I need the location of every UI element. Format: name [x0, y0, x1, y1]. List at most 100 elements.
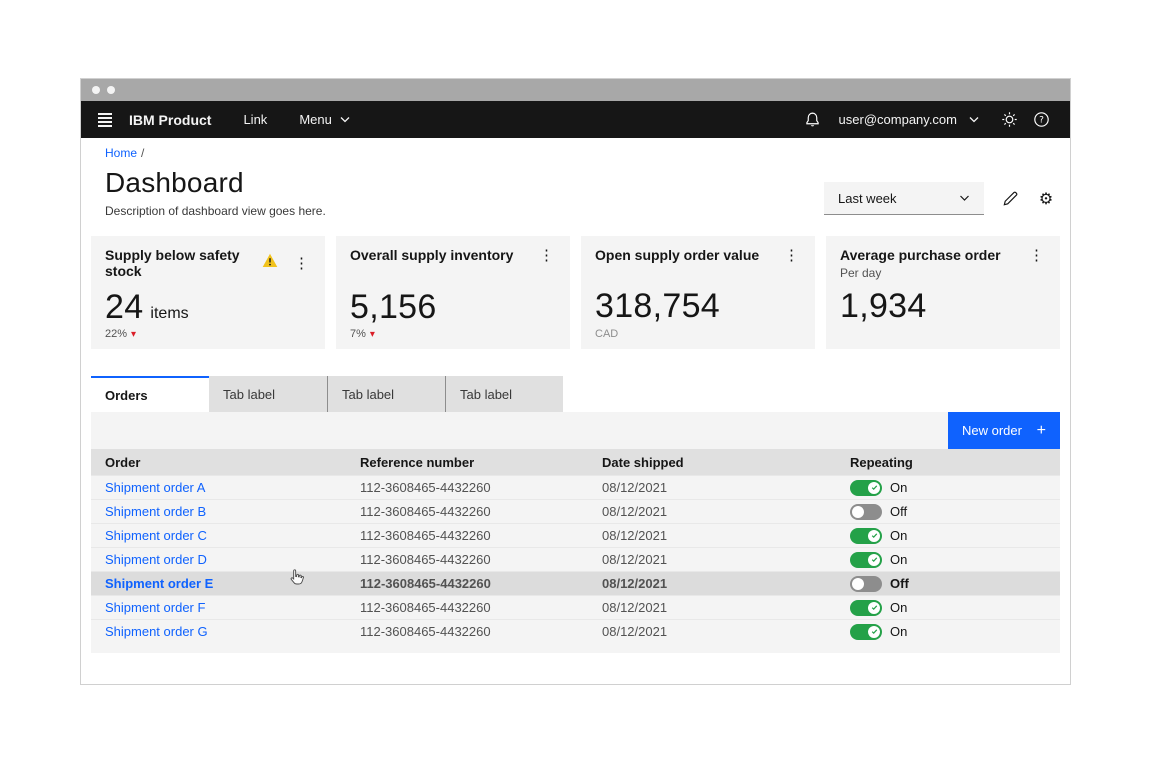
reference-number: 112-3608465-4432260	[360, 480, 491, 495]
product-name: IBM Product	[129, 111, 212, 128]
date-shipped: 08/12/2021	[602, 504, 668, 519]
reference-number: 112-3608465-4432260	[360, 552, 491, 567]
repeating-toggle[interactable]	[850, 623, 882, 640]
toggle-label: Off	[890, 504, 908, 519]
table-row: Shipment order E 112-3608465-4432260 08/…	[91, 571, 1060, 595]
reference-number: 112-3608465-4432260	[360, 624, 491, 639]
column-header-repeating[interactable]: Repeating	[836, 455, 1060, 470]
app-header: IBM Product Link Menu user@company.com ?	[81, 101, 1070, 138]
card-value: 5,156	[350, 288, 437, 326]
date-shipped: 08/12/2021	[602, 576, 668, 591]
breadcrumb: Home /	[105, 146, 1060, 160]
tab-bar: Orders Tab label Tab label Tab label	[91, 376, 1060, 412]
table-header-row: Order Reference number Date shipped Repe…	[91, 449, 1060, 475]
card-currency-label: CAD	[595, 328, 619, 340]
page-header: Home / Dashboard Description of dashboard…	[91, 146, 1060, 236]
chevron-down-icon	[960, 195, 969, 201]
order-link[interactable]: Shipment order D	[105, 552, 207, 567]
toggle-label: Off	[890, 576, 909, 591]
toggle-label: On	[890, 552, 908, 567]
order-link[interactable]: Shipment order G	[105, 624, 208, 639]
column-header-date[interactable]: Date shipped	[588, 455, 836, 470]
table-row: Shipment order A 112-3608465-4432260 08/…	[91, 475, 1060, 499]
window-control-dot[interactable]	[107, 86, 115, 94]
date-shipped: 08/12/2021	[602, 600, 668, 615]
warning-icon	[262, 253, 278, 273]
card-title: Supply below safety stock	[105, 247, 240, 279]
card-unit: items	[150, 305, 189, 322]
date-shipped: 08/12/2021	[602, 624, 668, 639]
table-row: Shipment order C 112-3608465-4432260 08/…	[91, 523, 1060, 547]
reference-number: 112-3608465-4432260	[360, 600, 491, 615]
metric-cards: Supply below safety stock ⋮ 24 items 22%…	[91, 236, 1060, 349]
date-shipped: 08/12/2021	[602, 480, 668, 495]
column-header-reference[interactable]: Reference number	[346, 455, 588, 470]
card-subtitle: Per day	[840, 266, 882, 280]
table-row: Shipment order F 112-3608465-4432260 08/…	[91, 595, 1060, 619]
notifications-bell-icon[interactable]	[797, 104, 829, 136]
toggle-label: On	[890, 480, 908, 495]
reference-number: 112-3608465-4432260	[360, 528, 491, 543]
overflow-menu-icon[interactable]: ⋮	[1027, 248, 1046, 263]
settings-gear-icon[interactable]: ⚙	[1036, 189, 1056, 209]
card-supply-below-safety-stock: Supply below safety stock ⋮ 24 items 22%…	[91, 236, 325, 349]
repeating-toggle[interactable]	[850, 599, 882, 616]
card-title: Average purchase order	[840, 247, 1001, 263]
card-value: 318,754	[595, 287, 721, 325]
table-toolbar: New order +	[91, 412, 1060, 449]
card-trend: 7% ▾	[350, 328, 375, 340]
orders-panel: New order + Order Reference number Date …	[91, 412, 1060, 653]
repeating-toggle[interactable]	[850, 527, 882, 544]
toggle-label: On	[890, 624, 908, 639]
light-theme-icon[interactable]	[993, 104, 1025, 136]
breadcrumb-home-link[interactable]: Home	[105, 146, 137, 160]
order-link[interactable]: Shipment order A	[105, 480, 205, 495]
table-row: Shipment order B 112-3608465-4432260 08/…	[91, 499, 1060, 523]
card-title: Open supply order value	[595, 247, 760, 263]
tab-label-3[interactable]: Tab label	[445, 376, 563, 412]
repeating-toggle[interactable]	[850, 575, 882, 592]
overflow-menu-icon[interactable]: ⋮	[782, 248, 801, 263]
tab-orders[interactable]: Orders	[91, 376, 209, 412]
time-range-dropdown[interactable]: Last week	[824, 182, 984, 215]
app-window: IBM Product Link Menu user@company.com ?	[80, 78, 1071, 685]
toggle-label: On	[890, 600, 908, 615]
header-nav-link[interactable]: Link	[243, 112, 267, 127]
repeating-toggle[interactable]	[850, 551, 882, 568]
order-link[interactable]: Shipment order E	[105, 576, 213, 591]
reference-number: 112-3608465-4432260	[360, 576, 491, 591]
reference-number: 112-3608465-4432260	[360, 504, 491, 519]
chevron-down-icon	[969, 117, 979, 123]
repeating-toggle[interactable]	[850, 503, 882, 520]
table-row: Shipment order D 112-3608465-4432260 08/…	[91, 547, 1060, 571]
account-menu[interactable]: user@company.com	[839, 112, 979, 127]
chevron-down-icon	[340, 117, 350, 123]
trend-down-icon: ▾	[369, 328, 375, 340]
card-title: Overall supply inventory	[350, 247, 514, 263]
new-order-button[interactable]: New order +	[948, 412, 1060, 449]
window-control-dot[interactable]	[92, 86, 100, 94]
plus-icon: +	[1036, 421, 1046, 439]
page-header-controls: Last week ⚙	[824, 182, 1056, 215]
card-trend: 22% ▾	[105, 328, 137, 340]
hamburger-menu-icon[interactable]	[81, 101, 129, 138]
svg-text:?: ?	[1039, 116, 1044, 126]
overflow-menu-icon[interactable]: ⋮	[537, 248, 556, 263]
tab-label-1[interactable]: Tab label	[209, 376, 327, 412]
time-range-value: Last week	[838, 190, 897, 206]
card-average-purchase-order: Average purchase order ⋮ Per day 1,934	[826, 236, 1060, 349]
edit-icon[interactable]	[1000, 189, 1020, 209]
column-header-order[interactable]: Order	[91, 455, 346, 470]
order-link[interactable]: Shipment order F	[105, 600, 205, 615]
window-titlebar	[81, 79, 1070, 101]
card-open-supply-order-value: Open supply order value ⋮ 318,754 CAD	[581, 236, 815, 349]
overflow-menu-icon[interactable]: ⋮	[292, 256, 311, 271]
header-nav-menu[interactable]: Menu	[299, 112, 350, 127]
repeating-toggle[interactable]	[850, 479, 882, 496]
toggle-label: On	[890, 528, 908, 543]
tab-label-2[interactable]: Tab label	[327, 376, 445, 412]
help-icon[interactable]: ?	[1025, 104, 1057, 136]
trend-down-icon: ▾	[131, 328, 137, 340]
order-link[interactable]: Shipment order B	[105, 504, 206, 519]
order-link[interactable]: Shipment order C	[105, 528, 207, 543]
